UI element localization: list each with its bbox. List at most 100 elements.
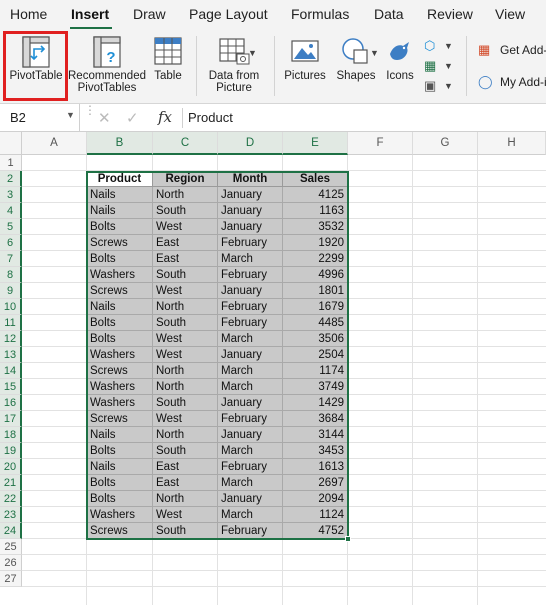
table-cell[interactable]: 3532 [283, 219, 348, 235]
drag-handle-icon[interactable]: ⋮ [84, 104, 96, 116]
table-cell[interactable]: Bolts [87, 251, 153, 267]
tab-draw[interactable]: Draw [133, 6, 166, 22]
row-header-8[interactable]: 8 [0, 267, 22, 283]
table-cell[interactable]: North [153, 299, 218, 315]
table-cell[interactable]: Washers [87, 267, 153, 283]
table-cell[interactable]: January [218, 395, 283, 411]
table-cell[interactable]: North [153, 187, 218, 203]
table-cell[interactable]: March [218, 379, 283, 395]
table-cell[interactable]: 1920 [283, 235, 348, 251]
table-cell[interactable]: Bolts [87, 443, 153, 459]
table-cell[interactable]: West [153, 507, 218, 523]
table-cell[interactable]: Bolts [87, 315, 153, 331]
table-header-cell[interactable]: Month [218, 171, 283, 187]
table-cell[interactable]: West [153, 219, 218, 235]
row-header-9[interactable]: 9 [0, 283, 22, 299]
table-cell[interactable]: South [153, 267, 218, 283]
tab-formulas[interactable]: Formulas [291, 6, 349, 22]
table-cell[interactable]: February [218, 459, 283, 475]
table-cell[interactable]: January [218, 283, 283, 299]
data-from-picture-button[interactable]: Data from Picture [202, 36, 266, 94]
table-cell[interactable]: January [218, 427, 283, 443]
table-cell[interactable]: 1163 [283, 203, 348, 219]
row-header-20[interactable]: 20 [0, 459, 22, 475]
row-header-3[interactable]: 3 [0, 187, 22, 203]
row-header-1[interactable]: 1 [0, 155, 22, 171]
table-cell[interactable]: Nails [87, 299, 153, 315]
table-cell[interactable]: Bolts [87, 331, 153, 347]
table-cell[interactable]: North [153, 363, 218, 379]
table-cell[interactable]: January [218, 347, 283, 363]
table-cell[interactable]: East [153, 251, 218, 267]
table-cell[interactable]: Washers [87, 395, 153, 411]
table-cell[interactable]: East [153, 459, 218, 475]
chevron-down-icon[interactable]: ▼ [370, 48, 379, 58]
table-cell[interactable]: Screws [87, 411, 153, 427]
row-header-23[interactable]: 23 [0, 507, 22, 523]
column-header-e[interactable]: E [283, 132, 348, 155]
table-cell[interactable]: West [153, 331, 218, 347]
table-cell[interactable]: 2299 [283, 251, 348, 267]
table-cell[interactable]: March [218, 331, 283, 347]
tab-page-layout[interactable]: Page Layout [189, 6, 268, 22]
column-header-f[interactable]: F [348, 132, 413, 155]
shapes-button[interactable]: Shapes [334, 36, 378, 82]
row-header-14[interactable]: 14 [0, 363, 22, 379]
formula-input[interactable]: Product [188, 110, 233, 125]
table-cell[interactable]: Washers [87, 507, 153, 523]
table-cell[interactable]: South [153, 203, 218, 219]
row-header-2[interactable]: 2 [0, 171, 22, 187]
get-addins-button[interactable]: Get Add- [500, 43, 546, 57]
table-cell[interactable]: North [153, 491, 218, 507]
table-cell[interactable]: 1174 [283, 363, 348, 379]
table-cell[interactable]: East [153, 475, 218, 491]
table-cell[interactable]: February [218, 235, 283, 251]
table-cell[interactable]: North [153, 379, 218, 395]
my-addins-button[interactable]: My Add-i [500, 75, 546, 89]
column-header-b[interactable]: B [87, 132, 153, 155]
table-cell[interactable]: January [218, 491, 283, 507]
table-cell[interactable]: February [218, 299, 283, 315]
table-cell[interactable]: Washers [87, 379, 153, 395]
table-cell[interactable]: Screws [87, 235, 153, 251]
row-header-15[interactable]: 15 [0, 379, 22, 395]
table-cell[interactable]: West [153, 283, 218, 299]
table-cell[interactable]: Screws [87, 523, 153, 539]
smartart-icon[interactable]: ▦ [424, 58, 436, 74]
row-header-13[interactable]: 13 [0, 347, 22, 363]
table-cell[interactable]: 1613 [283, 459, 348, 475]
table-cell[interactable]: West [153, 411, 218, 427]
table-cell[interactable]: West [153, 347, 218, 363]
icons-button[interactable]: Icons [382, 36, 418, 82]
table-button[interactable]: Table [148, 36, 188, 82]
column-header-h[interactable]: H [478, 132, 546, 155]
row-header-10[interactable]: 10 [0, 299, 22, 315]
table-cell[interactable]: January [218, 187, 283, 203]
table-cell[interactable]: February [218, 267, 283, 283]
chevron-down-icon[interactable]: ▼ [66, 110, 75, 120]
table-cell[interactable]: 3453 [283, 443, 348, 459]
chevron-down-icon[interactable]: ▼ [248, 48, 257, 58]
table-cell[interactable]: 2094 [283, 491, 348, 507]
table-cell[interactable]: Bolts [87, 219, 153, 235]
table-cell[interactable]: March [218, 363, 283, 379]
table-cell[interactable]: Bolts [87, 475, 153, 491]
table-cell[interactable]: Washers [87, 347, 153, 363]
chevron-down-icon[interactable]: ▼ [444, 61, 453, 71]
table-cell[interactable]: 3749 [283, 379, 348, 395]
3d-models-icon[interactable]: ⬡ [424, 38, 435, 54]
table-header-cell[interactable]: Sales [283, 171, 348, 187]
row-header-16[interactable]: 16 [0, 395, 22, 411]
table-cell[interactable]: 1801 [283, 283, 348, 299]
cancel-icon[interactable]: ✕ [98, 109, 111, 127]
table-cell[interactable]: March [218, 507, 283, 523]
row-header-22[interactable]: 22 [0, 491, 22, 507]
row-header-19[interactable]: 19 [0, 443, 22, 459]
table-cell[interactable]: 1679 [283, 299, 348, 315]
row-header-12[interactable]: 12 [0, 331, 22, 347]
column-header-c[interactable]: C [153, 132, 218, 155]
tab-home[interactable]: Home [10, 6, 47, 22]
table-cell[interactable]: February [218, 523, 283, 539]
row-header-11[interactable]: 11 [0, 315, 22, 331]
select-all-corner[interactable] [0, 132, 22, 155]
